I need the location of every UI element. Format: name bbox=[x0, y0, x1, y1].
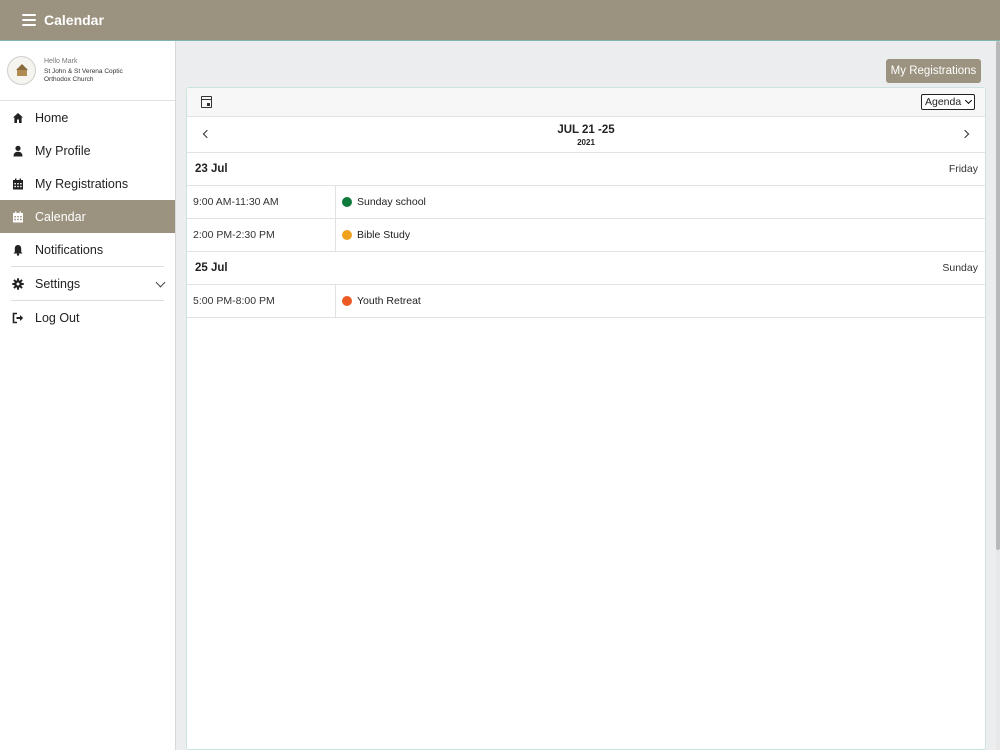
agenda-event-row[interactable]: 2:00 PM-2:30 PM Bible Study bbox=[187, 219, 985, 252]
agenda-event-row[interactable]: 5:00 PM-8:00 PM Youth Retreat bbox=[187, 285, 985, 318]
sidebar-item-label: Notifications bbox=[35, 242, 104, 257]
agenda-event-row[interactable]: 9:00 AM-11:30 AM Sunday school bbox=[187, 186, 985, 219]
scrollbar-thumb[interactable] bbox=[996, 41, 1000, 550]
chevron-down-icon bbox=[964, 96, 973, 105]
sidebar-item-my-registrations[interactable]: My Registrations bbox=[0, 167, 175, 200]
home-icon bbox=[12, 112, 24, 124]
sidebar-item-label: Log Out bbox=[35, 310, 80, 325]
agenda-date: 25 Jul bbox=[195, 262, 228, 274]
view-select-value: Agenda bbox=[925, 96, 962, 108]
page-title: Calendar bbox=[44, 12, 104, 28]
agenda-day-header: 25 Jul Sunday bbox=[187, 252, 985, 285]
church-logo-icon bbox=[15, 64, 29, 77]
event-color-dot bbox=[342, 296, 352, 306]
my-registrations-button[interactable]: My Registrations bbox=[886, 59, 981, 83]
gear-icon bbox=[12, 277, 24, 290]
profile-card: Hello Mark St John & St Verena Coptic Or… bbox=[0, 41, 175, 101]
event-title: Youth Retreat bbox=[357, 295, 421, 307]
greeting: Hello Mark bbox=[44, 58, 78, 65]
sidebar-item-label: Calendar bbox=[35, 209, 86, 224]
event-color-dot bbox=[342, 230, 352, 240]
agenda-weekday: Friday bbox=[948, 163, 978, 175]
event-title: Bible Study bbox=[357, 229, 411, 241]
sidebar-item-calendar[interactable]: Calendar bbox=[0, 200, 175, 233]
date-range: JUL 21 -25 bbox=[557, 124, 615, 136]
bell-icon bbox=[12, 244, 24, 256]
sidebar-item-notifications[interactable]: Notifications bbox=[0, 233, 175, 266]
calendar-panel: Agenda JUL 21 -25 2021 23 Jul Friday 9:0… bbox=[186, 87, 986, 750]
hamburger-icon bbox=[22, 14, 36, 26]
event-color-dot bbox=[342, 197, 352, 207]
avatar bbox=[7, 56, 36, 85]
chevron-down-icon bbox=[155, 277, 166, 288]
sidebar-item-log-out[interactable]: Log Out bbox=[0, 301, 175, 334]
church-name: St John & St Verena Coptic Orthodox Chur… bbox=[44, 68, 123, 83]
event-title: Sunday school bbox=[357, 196, 426, 208]
event-time: 5:00 PM-8:00 PM bbox=[187, 285, 336, 317]
sidebar-item-home[interactable]: Home bbox=[0, 101, 175, 134]
date-range-year: 2021 bbox=[577, 138, 595, 147]
agenda-day-header: 23 Jul Friday bbox=[187, 153, 985, 186]
sidebar: Hello Mark St John & St Verena Coptic Or… bbox=[0, 41, 176, 750]
view-select[interactable]: Agenda bbox=[921, 94, 975, 110]
sidebar-item-settings[interactable]: Settings bbox=[0, 267, 175, 300]
event-time: 2:00 PM-2:30 PM bbox=[187, 219, 336, 251]
calendar-icon bbox=[12, 211, 24, 223]
date-range-navigator: JUL 21 -25 2021 bbox=[187, 117, 985, 153]
sidebar-item-label: My Profile bbox=[35, 143, 91, 158]
calendar-toolbar: Agenda bbox=[187, 88, 985, 117]
sidebar-item-label: My Registrations bbox=[35, 176, 129, 191]
agenda-weekday: Sunday bbox=[942, 262, 978, 274]
sidebar-item-label: Settings bbox=[35, 276, 81, 291]
event-time: 9:00 AM-11:30 AM bbox=[187, 186, 336, 218]
calendar-icon bbox=[12, 178, 24, 190]
sign-out-icon bbox=[12, 312, 24, 324]
agenda-date: 23 Jul bbox=[195, 163, 228, 175]
top-app-bar: Calendar bbox=[0, 0, 1000, 41]
user-icon bbox=[12, 145, 24, 157]
sidebar-item-label: Home bbox=[35, 110, 69, 125]
today-calendar-icon[interactable] bbox=[201, 96, 212, 108]
sidebar-item-my-profile[interactable]: My Profile bbox=[0, 134, 175, 167]
